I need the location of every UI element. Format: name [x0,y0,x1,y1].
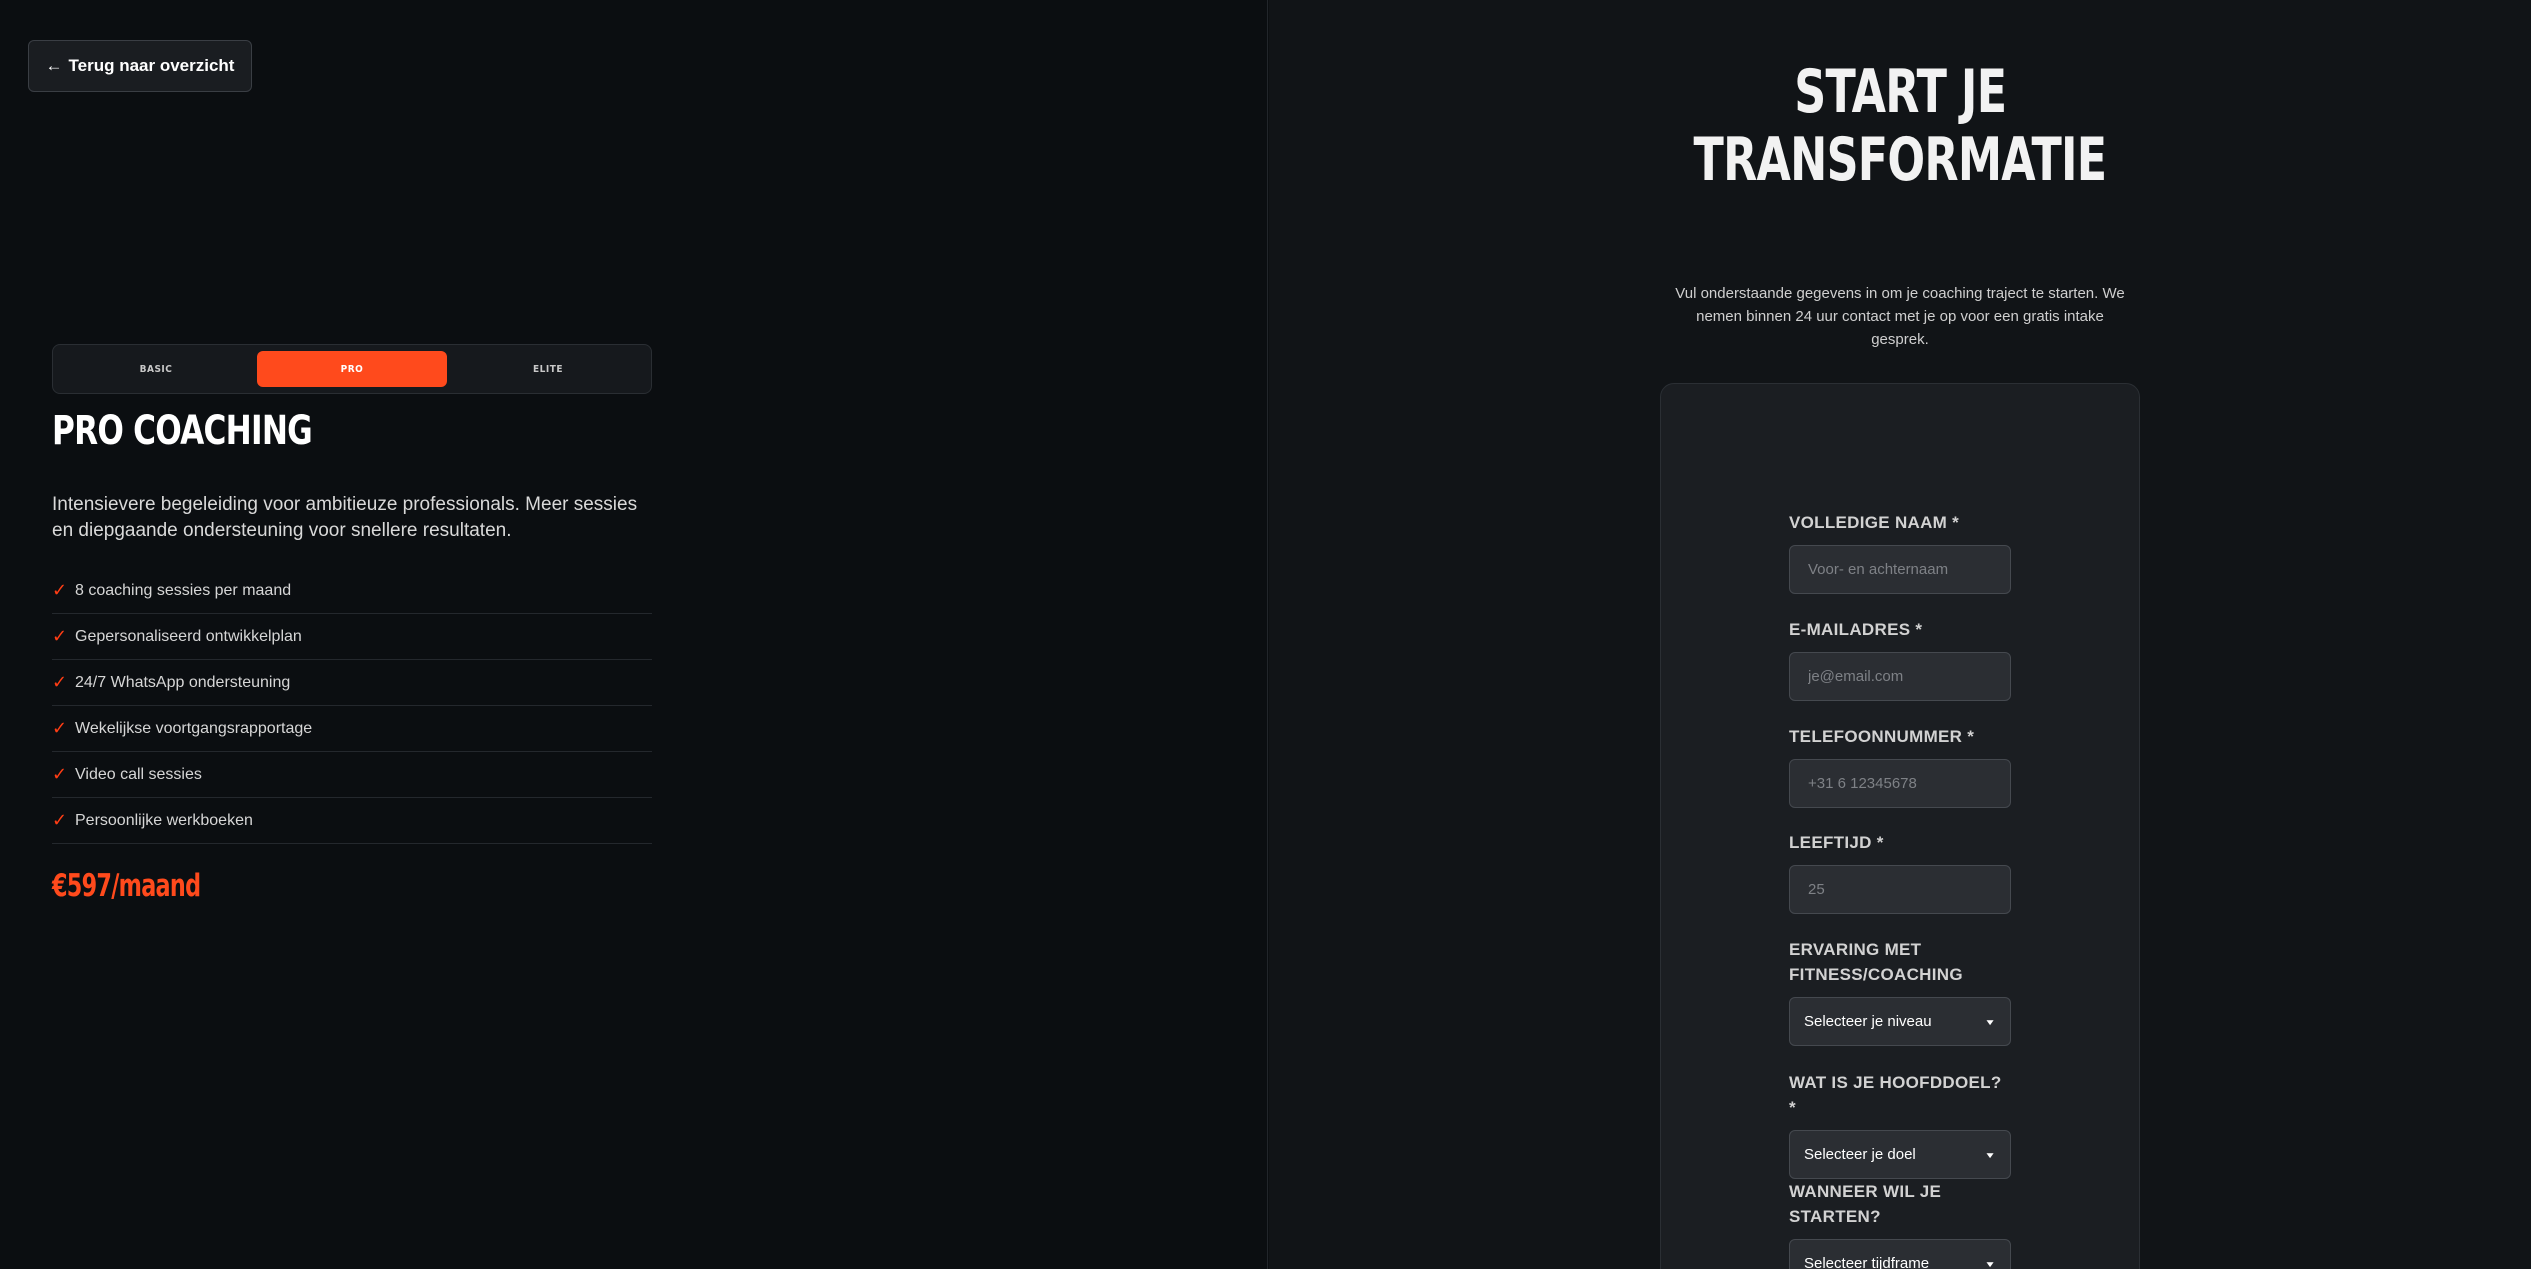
feature-label: 24/7 WhatsApp ondersteuning [75,673,291,691]
feature-item: ✓ 8 coaching sessies per maand [52,568,652,614]
chevron-down-icon: ▼ [1984,1258,1996,1269]
plan-panel: ← Terug naar overzicht BASIC PRO ELITE P… [0,0,1268,1269]
page-title: START JE TRANSFORMATIE [1269,58,2531,194]
start-select[interactable]: Selecteer tijdframe ▼ [1789,1239,2011,1269]
feature-label: Gepersonaliseerd ontwikkelplan [75,627,302,645]
checkmark-icon: ✓ [52,764,68,784]
phone-field-group: TELEFOONNUMMER * [1789,724,2011,808]
start-field-group: WANNEER WIL JE STARTEN? Selecteer tijdfr… [1789,1179,2011,1269]
feature-item: ✓ 24/7 WhatsApp ondersteuning [52,660,652,706]
start-label: WANNEER WIL JE STARTEN? [1789,1182,1942,1226]
arrow-left-icon: ← [45,56,63,75]
back-button-label: Terug naar overzicht [68,56,235,75]
age-label: LEEFTIJD * [1789,833,1884,852]
feature-item: ✓ Video call sessies [52,752,652,798]
feature-item: ✓ Gepersonaliseerd ontwikkelplan [52,614,652,660]
title-line-2: TRANSFORMATIE [1693,125,2108,195]
age-input[interactable] [1789,865,2011,914]
back-to-overview-button[interactable]: ← Terug naar overzicht [28,40,252,92]
page-subtitle: Vul onderstaande gegevens in om je coach… [1675,285,2125,348]
name-label: VOLLEDIGE NAAM * [1789,513,1960,532]
phone-input[interactable] [1789,759,2011,808]
title-line-1: START JE [1793,57,2007,127]
start-selected: Selecteer tijdframe [1804,1255,1930,1269]
age-field-group: LEEFTIJD * [1789,830,2011,914]
feature-item: ✓ Persoonlijke werkboeken [52,798,652,844]
plan-tabs: BASIC PRO ELITE [52,344,652,394]
checkmark-icon: ✓ [52,580,68,600]
checkmark-icon: ✓ [52,718,68,738]
feature-label: Video call sessies [75,765,202,783]
email-label: E-MAILADRES * [1789,620,1923,639]
email-field-group: E-MAILADRES * [1789,617,2011,701]
feature-label: 8 coaching sessies per maand [75,581,292,599]
feature-item: ✓ Wekelijkse voortgangsrapportage [52,706,652,752]
plan-title: PRO COACHING [52,408,313,454]
experience-field-group: ERVARING MET FITNESS/COACHING Selecteer … [1789,937,2011,1046]
tab-pro[interactable]: PRO [257,351,447,387]
feature-list: ✓ 8 coaching sessies per maand ✓ Geperso… [52,568,652,844]
checkmark-icon: ✓ [52,810,68,830]
name-field-group: VOLLEDIGE NAAM * [1789,510,2011,594]
signup-form: VOLLEDIGE NAAM * E-MAILADRES * TELEFOONN… [1660,383,2140,1269]
goal-field-group: WAT IS JE HOOFDDOEL? * Selecteer je doel… [1789,1070,2011,1179]
goal-select[interactable]: Selecteer je doel ▼ [1789,1130,2011,1179]
feature-label: Wekelijkse voortgangsrapportage [75,719,313,737]
chevron-down-icon: ▼ [1984,1149,1996,1160]
experience-label: ERVARING MET FITNESS/COACHING [1789,940,1963,984]
goal-selected: Selecteer je doel [1804,1146,1916,1163]
experience-selected: Selecteer je niveau [1804,1013,1932,1030]
tab-basic[interactable]: BASIC [61,351,251,387]
goal-label: WAT IS JE HOOFDDOEL? * [1789,1073,2002,1117]
checkmark-icon: ✓ [52,626,68,646]
phone-label: TELEFOONNUMMER * [1789,727,1975,746]
plan-description: Intensievere begeleiding voor ambitieuze… [52,494,638,541]
plan-price: €597/maand [52,868,201,904]
chevron-down-icon: ▼ [1984,1016,1996,1027]
name-input[interactable] [1789,545,2011,594]
email-input[interactable] [1789,652,2011,701]
page: ← Terug naar overzicht BASIC PRO ELITE P… [0,0,2531,1269]
feature-label: Persoonlijke werkboeken [75,811,253,829]
signup-panel: START JE TRANSFORMATIE Vul onderstaande … [1269,0,2531,1269]
experience-select[interactable]: Selecteer je niveau ▼ [1789,997,2011,1046]
tab-elite[interactable]: ELITE [453,351,643,387]
checkmark-icon: ✓ [52,672,68,692]
